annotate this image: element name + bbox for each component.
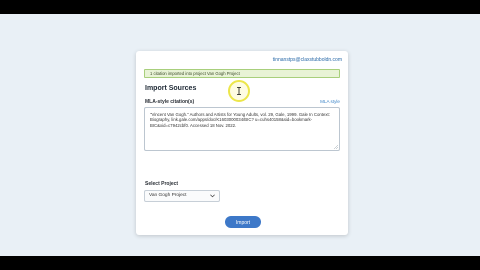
mla-style-link[interactable]: MLA style	[320, 99, 340, 104]
browser-viewport: tinnanstps@claxstubboldn.com 1 citation …	[0, 14, 480, 256]
chevron-down-icon	[210, 194, 215, 198]
citation-label: MLA-style citation(s)	[145, 99, 195, 105]
citation-textarea[interactable]: "Vincent Van Gogh." Authors and Artists …	[144, 107, 340, 151]
project-select[interactable]: Van Gogh Project	[144, 190, 220, 202]
import-sources-card: tinnanstps@claxstubboldn.com 1 citation …	[136, 51, 348, 235]
success-alert: 1 citation imported into project Van Gog…	[144, 69, 340, 78]
text-cursor-icon	[237, 87, 241, 95]
user-email-link[interactable]: tinnanstps@claxstubboldn.com	[273, 57, 342, 63]
import-button[interactable]: Import	[225, 216, 261, 228]
select-project-label: Select Project	[145, 181, 179, 187]
page-title: Import Sources	[145, 85, 197, 92]
resize-handle-icon[interactable]	[333, 144, 338, 149]
project-select-value: Van Gogh Project	[149, 193, 187, 198]
citation-text: "Vincent Van Gogh." Authors and Artists …	[150, 112, 330, 128]
